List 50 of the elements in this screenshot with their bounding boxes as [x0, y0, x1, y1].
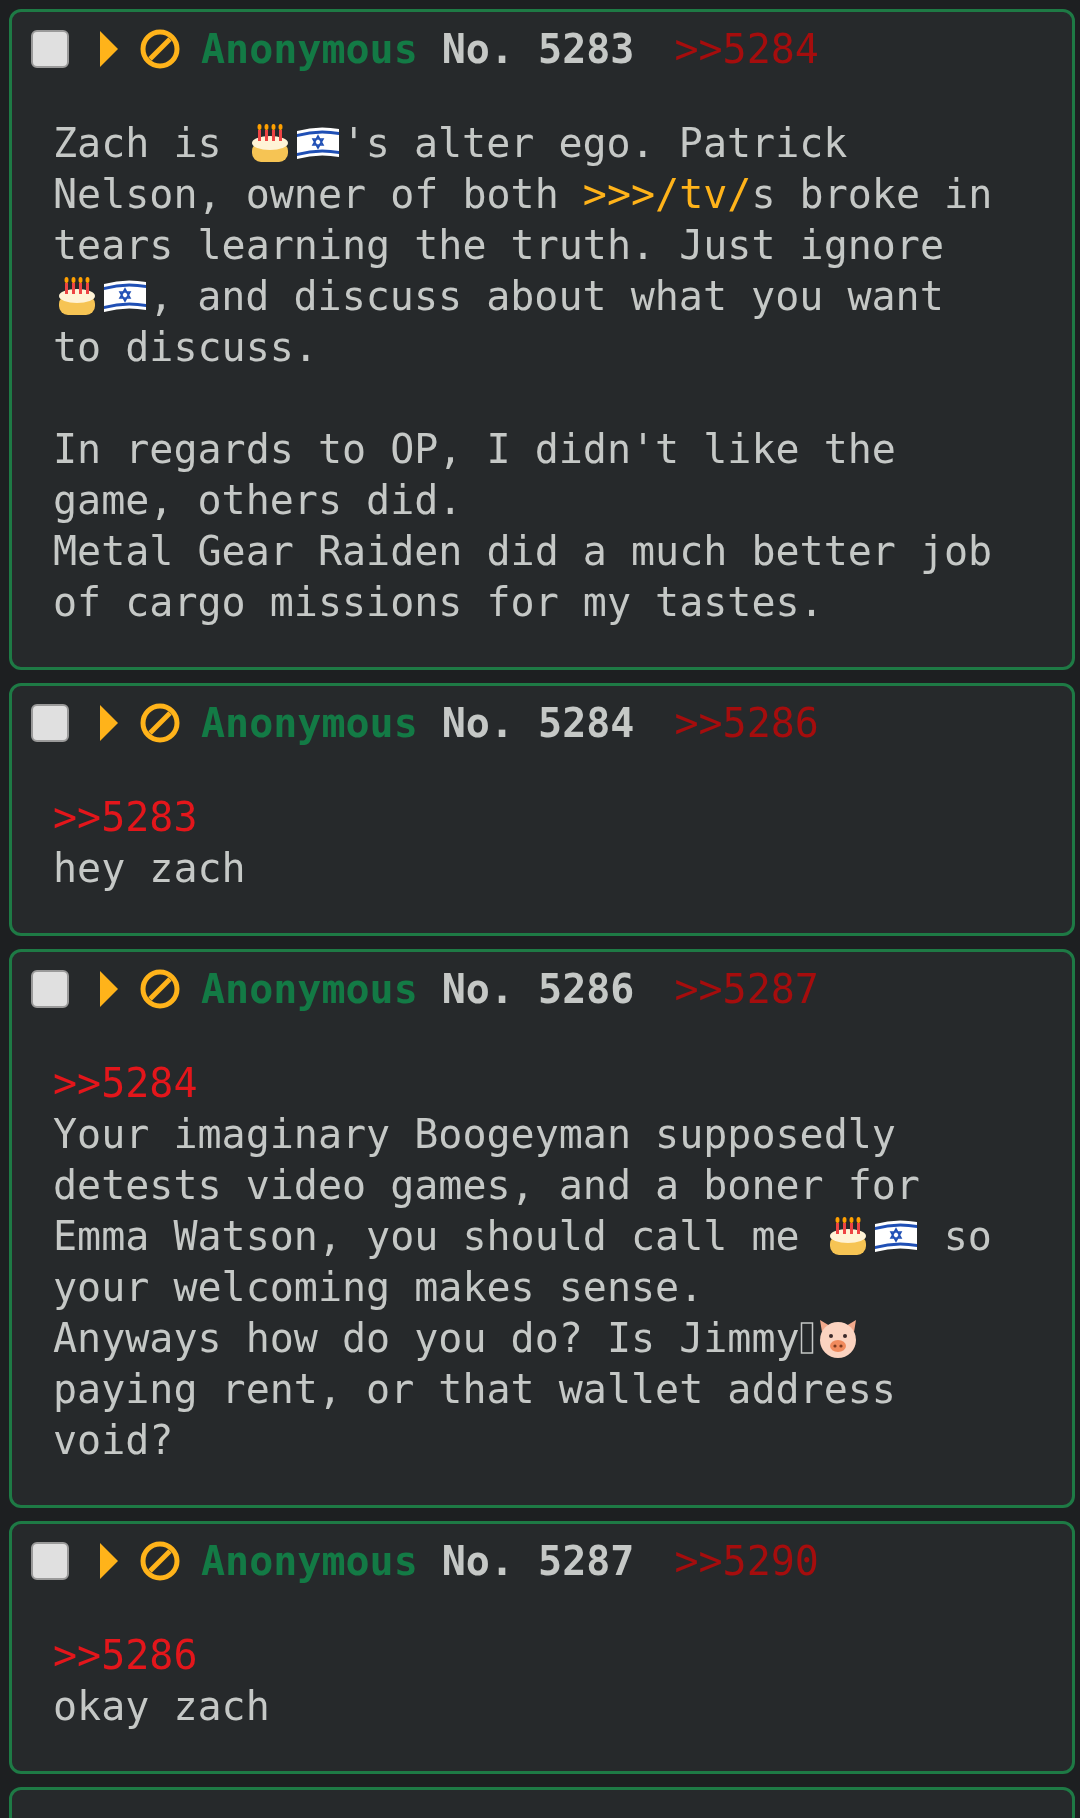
quote-link[interactable]: >>5284 [53, 1059, 198, 1106]
quote-link[interactable]: >>5286 [53, 1631, 198, 1678]
expand-triangle-icon[interactable] [99, 970, 119, 1008]
post-number[interactable]: No. 5286 [441, 966, 635, 1012]
reply-link[interactable]: >>5287 [674, 966, 819, 1012]
select-checkbox[interactable] [31, 30, 69, 68]
poster-name: Anonymous [201, 1538, 418, 1584]
post-number[interactable]: No. 5287 [441, 1538, 635, 1584]
select-checkbox[interactable] [31, 1542, 69, 1580]
hide-icon[interactable] [139, 702, 181, 744]
post-text: 's alter ego. Patrick [341, 119, 848, 166]
poster-name: Anonymous [201, 26, 418, 72]
hide-icon[interactable] [139, 968, 181, 1010]
hide-icon[interactable] [139, 1540, 181, 1582]
post-text: Nelson, owner of both [53, 170, 560, 217]
hide-icon[interactable] [139, 28, 181, 70]
post-text: of cargo missions for my tastes. [53, 577, 825, 627]
post-text: to discuss. [53, 322, 319, 372]
post-text: s broke in [751, 170, 993, 217]
reply-link[interactable]: >>5290 [674, 1538, 819, 1584]
poster-name: Anonymous [201, 966, 418, 1012]
expand-triangle-icon[interactable] [99, 1542, 119, 1580]
post-text: your welcoming makes sense. [53, 1262, 705, 1312]
post-text: , and discuss about what you want [149, 272, 944, 319]
post-text: okay zach [53, 1681, 271, 1731]
post-text: In regards to OP, I didn't like the [53, 424, 897, 474]
reply-link[interactable]: >>5286 [674, 700, 819, 746]
poster-name: Anonymous [201, 700, 418, 746]
post-text: Emma Watson, you should call me [53, 1212, 801, 1259]
select-checkbox[interactable] [31, 970, 69, 1008]
post-text: Anyways how do you do? Is Jimmy [53, 1314, 800, 1361]
post-text: hey zach [53, 843, 247, 893]
post-text: Zach is [53, 119, 223, 166]
missing-glyph-icon [799, 1320, 814, 1355]
post-number[interactable]: No. 5284 [441, 700, 635, 746]
board-link[interactable]: >>>/tv/ [582, 170, 752, 217]
expand-triangle-icon[interactable] [99, 30, 119, 68]
post-text: void? [53, 1415, 175, 1465]
post-text: Your imaginary Boogeyman supposedly [53, 1109, 897, 1159]
post-text: tears learning the truth. Just ignore [53, 220, 946, 270]
post-text: Metal Gear Raiden did a much better job [53, 526, 994, 576]
expand-triangle-icon[interactable] [99, 704, 119, 742]
quote-link[interactable]: >>5283 [53, 793, 198, 840]
reply-link[interactable]: >>5284 [674, 26, 819, 72]
post-text: paying rent, or that wallet address [53, 1364, 897, 1414]
post-number[interactable]: No. 5283 [441, 26, 635, 72]
post-text: game, others did. [53, 475, 464, 525]
post-text: so [942, 1212, 992, 1259]
post-text: detests video games, and a boner for [53, 1160, 921, 1210]
select-checkbox[interactable] [31, 704, 69, 742]
